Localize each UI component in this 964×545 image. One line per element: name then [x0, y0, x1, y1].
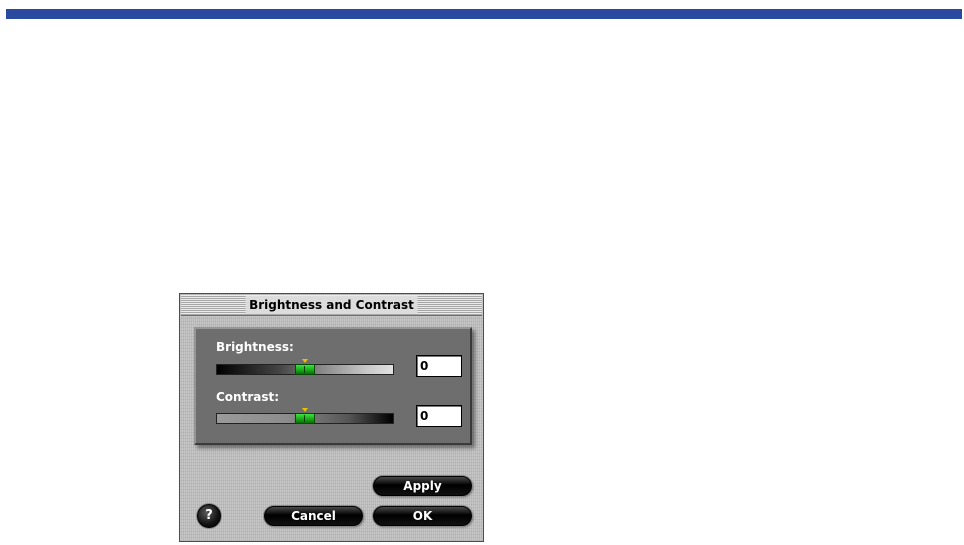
dialog-title: Brightness and Contrast [245, 296, 418, 314]
contrast-value-field[interactable]: 0 [416, 405, 462, 427]
apply-button[interactable]: Apply [373, 476, 472, 496]
cancel-button[interactable]: Cancel [264, 506, 363, 526]
brightness-slider-thumb[interactable] [295, 364, 315, 375]
adjustment-panel: Brightness: 0 Contrast: 0 [194, 327, 472, 445]
brightness-slider-pointer [302, 359, 308, 363]
help-question-icon[interactable]: ? [197, 504, 221, 528]
dialog-titlebar[interactable]: Brightness and Contrast [181, 295, 482, 316]
contrast-slider-thumb[interactable] [295, 413, 315, 424]
brightness-value-field[interactable]: 0 [416, 355, 462, 377]
brightness-contrast-dialog: Brightness and Contrast Brightness: 0 Co… [179, 293, 484, 542]
contrast-label: Contrast: [216, 390, 280, 404]
contrast-slider-pointer [302, 408, 308, 412]
ok-button[interactable]: OK [373, 506, 472, 526]
top-blue-stripe [6, 9, 962, 19]
brightness-label: Brightness: [216, 340, 294, 354]
